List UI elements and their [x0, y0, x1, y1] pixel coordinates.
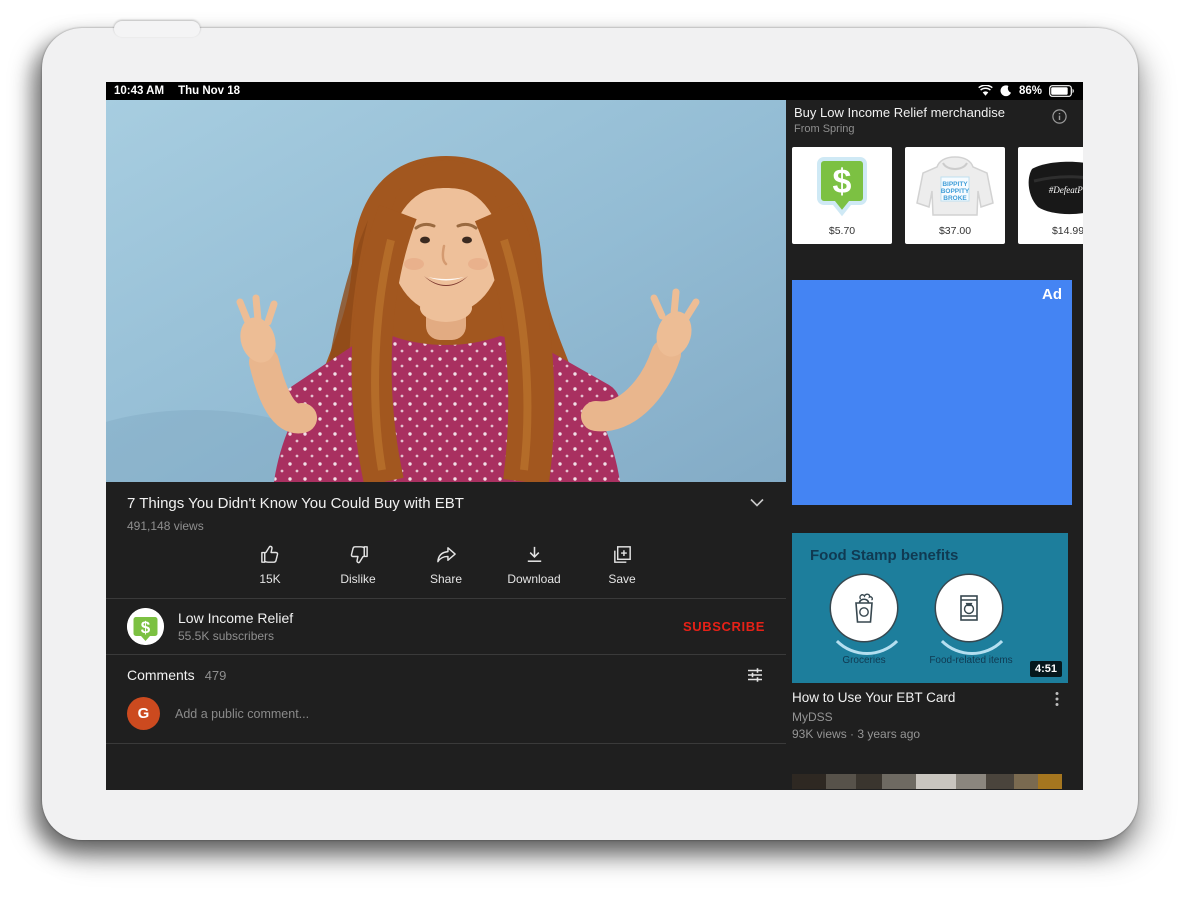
comment-sort-icon[interactable] — [745, 665, 765, 685]
action-bar: 15K Dislike Share Download Save — [106, 537, 786, 598]
video-title: 7 Things You Didn't Know You Could Buy w… — [127, 495, 742, 512]
dollar-bubble-logo: $ — [127, 608, 164, 645]
sidebar: Buy Low Income Relief merchandise From S… — [790, 100, 1083, 790]
dislike-label: Dislike — [340, 572, 375, 586]
kebab-menu-icon[interactable] — [1050, 691, 1064, 707]
like-button[interactable]: 15K — [235, 543, 305, 586]
merch-item-hoodie[interactable]: BIPPITY BOPPITY BROKE $37.00 — [905, 147, 1005, 244]
save-label: Save — [608, 572, 635, 586]
suggested-video-meta[interactable]: How to Use Your EBT Card MyDSS 93K views… — [792, 690, 1072, 741]
ad-banner[interactable]: Ad — [792, 280, 1072, 505]
video-player[interactable] — [106, 100, 786, 482]
comment-placeholder: Add a public comment... — [175, 707, 309, 721]
dislike-button[interactable]: Dislike — [323, 543, 393, 586]
comments-count: 479 — [205, 668, 227, 683]
fanny-pack-image: #DefeatPov — [1018, 151, 1083, 219]
comments-header: Comments — [127, 667, 195, 683]
thumbnail-heading: Food Stamp benefits — [810, 547, 958, 564]
merch-price: $14.99 — [1018, 225, 1083, 237]
status-bar: 10:43 AM Thu Nov 18 86% — [106, 82, 1083, 100]
info-icon[interactable] — [1052, 109, 1067, 124]
share-button[interactable]: Share — [411, 543, 481, 586]
merch-title: Buy Low Income Relief merchandise — [794, 105, 1079, 120]
svg-text:$: $ — [141, 618, 151, 637]
suggested-video-thumbnail[interactable]: Food Stamp benefits — [792, 533, 1068, 683]
food-container-icon — [951, 590, 987, 626]
merch-price: $5.70 — [792, 225, 892, 237]
add-comment-field[interactable]: G Add a public comment... — [106, 691, 786, 743]
save-icon — [611, 543, 634, 566]
dollar-sticker-image: $ — [792, 151, 892, 219]
channel-subscribers: 55.5K subscribers — [178, 629, 293, 643]
groceries-circle — [831, 575, 897, 641]
food-items-circle — [936, 575, 1002, 641]
save-button[interactable]: Save — [587, 543, 657, 586]
battery-icon — [1049, 85, 1075, 97]
thumb-down-icon — [347, 543, 370, 566]
divider — [106, 743, 786, 744]
merch-price: $37.00 — [905, 225, 1005, 237]
chevron-down-icon[interactable] — [750, 498, 764, 507]
download-icon — [523, 543, 546, 566]
thumbnail-label-food-items: Food-related items — [912, 655, 1030, 666]
thumbnail-label-groceries: Groceries — [810, 655, 918, 666]
thumb-up-icon — [259, 543, 282, 566]
suggested-video-title[interactable]: How to Use Your EBT Card — [792, 690, 1072, 705]
share-icon — [435, 543, 458, 566]
merch-shelf: $ $5.70 BIPPITY BOPPITY BROKE $37.00 — [792, 147, 1083, 244]
user-avatar[interactable]: G — [127, 697, 160, 730]
download-button[interactable]: Download — [499, 543, 569, 586]
ad-badge: Ad — [1042, 286, 1062, 303]
next-video-thumbnail-partial[interactable] — [792, 774, 1062, 789]
battery-percent: 86% — [1019, 85, 1042, 97]
video-frame — [106, 100, 786, 482]
screen: 10:43 AM Thu Nov 18 86% — [106, 82, 1083, 790]
subscribe-button[interactable]: SUBSCRIBE — [683, 619, 765, 634]
svg-text:$: $ — [833, 163, 852, 201]
svg-text:BROKE: BROKE — [943, 195, 967, 202]
merch-subtitle: From Spring — [794, 123, 1079, 135]
hoodie-image: BIPPITY BOPPITY BROKE — [905, 151, 1005, 219]
grocery-bag-icon — [846, 590, 882, 626]
download-label: Download — [507, 572, 560, 586]
channel-name[interactable]: Low Income Relief — [178, 610, 293, 626]
channel-avatar[interactable]: $ — [127, 608, 164, 645]
merch-item-fanny-pack[interactable]: #DefeatPov $14.99 — [1018, 147, 1083, 244]
tablet-top-button — [114, 21, 200, 37]
suggested-video-views: 93K views · 3 years ago — [792, 727, 1072, 741]
merch-item-sticker[interactable]: $ $5.70 — [792, 147, 892, 244]
svg-text:#DefeatPov: #DefeatPov — [1049, 185, 1083, 195]
wifi-icon — [978, 85, 993, 97]
tablet-frame: 10:43 AM Thu Nov 18 86% — [42, 28, 1138, 840]
suggested-video-channel: MyDSS — [792, 710, 1072, 724]
share-label: Share — [430, 572, 462, 586]
svg-text:BIPPITY: BIPPITY — [942, 181, 968, 188]
status-date: Thu Nov 18 — [178, 85, 240, 97]
svg-text:BOPPITY: BOPPITY — [941, 188, 970, 195]
moon-icon — [1000, 85, 1012, 97]
like-count: 15K — [259, 572, 280, 586]
watch-column: 7 Things You Didn't Know You Could Buy w… — [106, 100, 786, 790]
duration-badge: 4:51 — [1030, 661, 1062, 677]
view-count: 491,148 views — [106, 514, 786, 537]
status-time: 10:43 AM — [114, 85, 164, 97]
